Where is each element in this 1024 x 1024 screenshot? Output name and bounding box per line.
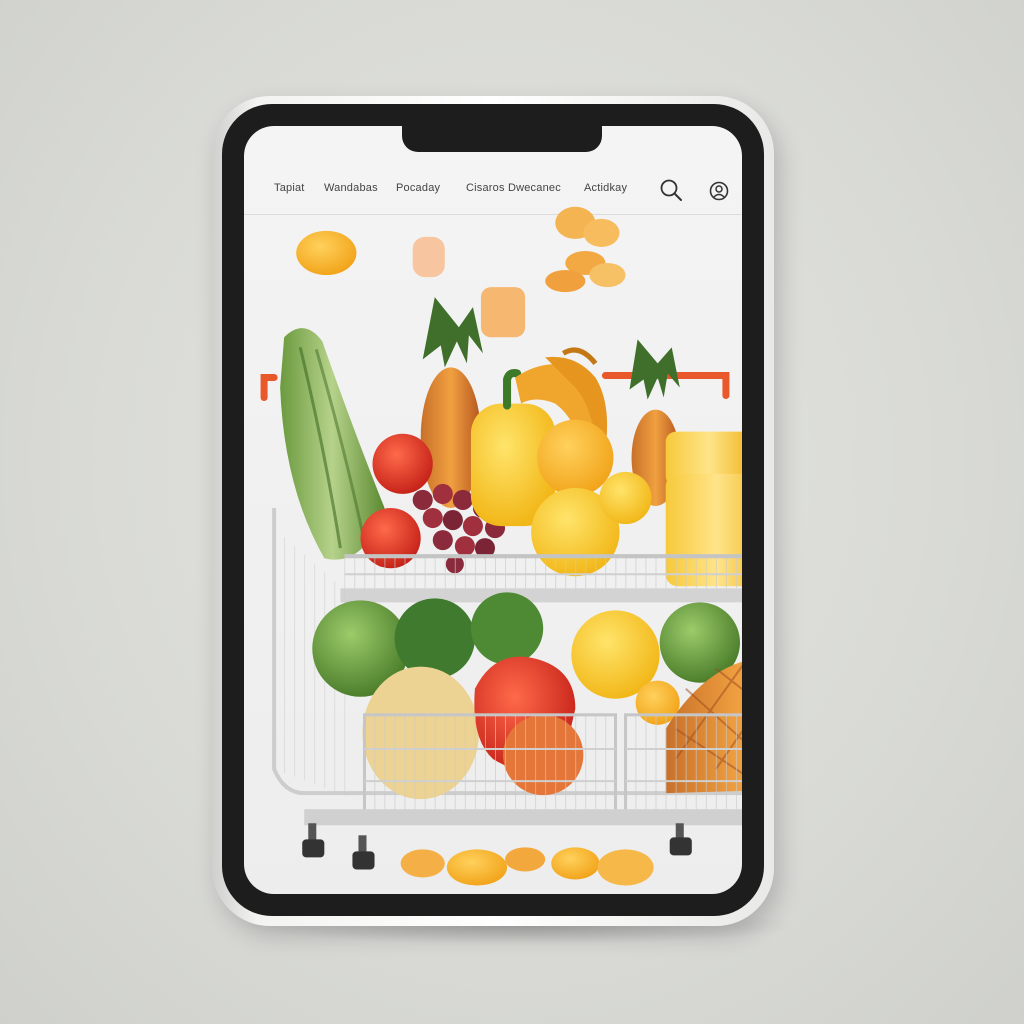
cart-upper-basket <box>340 554 742 603</box>
cart-lower-basket <box>304 713 742 826</box>
pineapple-leaves-right <box>629 339 680 400</box>
tablet-bezel: Tapiat Wandabas Pocaday Cisaros Dwecanec… <box>222 104 764 916</box>
floating-bread-piece <box>480 287 526 338</box>
floating-peach-piece <box>412 236 445 278</box>
tablet-screen: Tapiat Wandabas Pocaday Cisaros Dwecanec… <box>244 126 742 894</box>
floating-orange-slice <box>296 230 357 276</box>
tomato <box>372 433 433 494</box>
pineapple-leaves-left <box>422 297 483 368</box>
grocery-cart-illustration <box>260 206 742 886</box>
cart-handle-left <box>260 373 278 402</box>
tablet-device: Tapiat Wandabas Pocaday Cisaros Dwecanec… <box>212 96 774 926</box>
orange <box>537 419 614 496</box>
lettuce <box>394 598 475 679</box>
